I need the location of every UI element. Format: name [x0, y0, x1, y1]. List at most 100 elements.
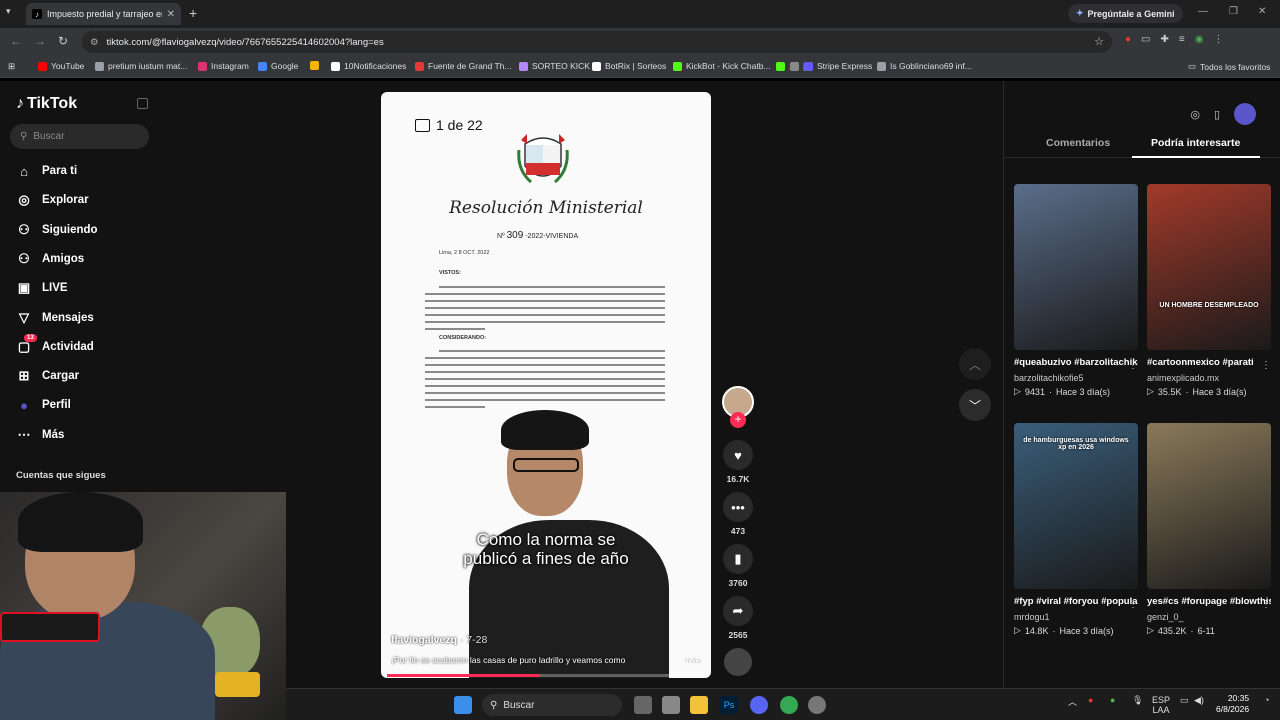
bookmark-item[interactable] — [310, 61, 323, 70]
user-avatar[interactable] — [1234, 103, 1256, 125]
coins-icon[interactable]: ◎ — [1190, 108, 1200, 121]
taskbar-search[interactable]: ⚲ Buscar — [482, 694, 622, 716]
video-thumbnail[interactable] — [1147, 423, 1271, 589]
tray-chevron-icon[interactable]: ︿ — [1068, 695, 1077, 708]
sidebar-item-amigos[interactable]: ⚇ Amigos — [16, 251, 84, 267]
extension-icon[interactable]: ● — [1125, 34, 1131, 45]
bookmark-icon[interactable]: ▮ — [723, 544, 753, 574]
windows-start-icon[interactable] — [454, 696, 472, 714]
discord-icon[interactable] — [750, 696, 768, 714]
collapse-sidebar-icon[interactable] — [137, 98, 148, 109]
reading-list-icon[interactable]: ≡ — [1179, 34, 1185, 45]
sidebar-item-explorar[interactable]: ◎ Explorar — [16, 192, 88, 208]
comment-icon[interactable]: ••• — [723, 492, 753, 522]
task-view-icon[interactable] — [634, 696, 652, 714]
bookmark-item[interactable]: SORTEO KICK — [519, 61, 590, 71]
app-icon[interactable] — [662, 696, 680, 714]
extensions-puzzle-icon[interactable]: ✚ — [1161, 34, 1169, 45]
tab-recommended[interactable]: Podría interesarte — [1151, 137, 1240, 149]
reload-icon[interactable]: ↻ — [58, 34, 68, 48]
chrome-icon[interactable] — [780, 696, 798, 714]
new-tab-icon[interactable]: + — [189, 5, 197, 21]
restore-icon[interactable]: ❐ — [1229, 6, 1238, 17]
card-author[interactable]: mrdogu1 — [1014, 612, 1138, 622]
sidebar-item-actividad[interactable]: ▢ 13 Actividad — [16, 333, 94, 355]
recommended-video-card[interactable]: de hamburguesas usa windows xp en 2026 #f… — [1014, 423, 1138, 636]
previous-video-button[interactable]: ︿ — [959, 348, 991, 380]
sidebar-item-siguiendo[interactable]: ⚇ Siguiendo — [16, 222, 97, 238]
bookmark-star-icon[interactable]: ☆ — [1094, 35, 1104, 48]
bookmark-item[interactable]: Fuente de Grand Th... — [415, 61, 511, 71]
card-author[interactable]: barzolitachikofie5 — [1014, 373, 1138, 383]
recommended-video-card[interactable]: #queabuzivo #barzolitachikofiel... barzol… — [1014, 184, 1138, 397]
device-icon[interactable]: ▯ — [1214, 108, 1220, 121]
tab-list-icon[interactable]: ▾ — [6, 6, 20, 20]
follow-plus-icon[interactable]: + — [730, 412, 746, 428]
browser-tab[interactable]: ♪ Impuesto predial y tarrajeo en ✕ — [26, 3, 181, 25]
card-menu-icon[interactable]: ⋮ — [1261, 360, 1271, 371]
card-menu-icon[interactable]: ⋮ — [1261, 599, 1271, 610]
bookmark-item[interactable]: pretium iustum mat... — [95, 61, 187, 71]
next-video-button[interactable]: ﹀ — [959, 389, 991, 421]
card-author[interactable]: genzi_0_ — [1147, 612, 1271, 622]
card-title[interactable]: #fyp #viral #foryou #popular bro por lo.… — [1014, 595, 1138, 609]
network-icon[interactable]: ▭ — [1180, 695, 1189, 706]
share-button[interactable]: ➦ 2565 — [720, 596, 756, 640]
music-disc-icon[interactable] — [724, 648, 752, 676]
bookmark-item[interactable]: Is Goblinciano69 inf... — [877, 61, 972, 71]
bookmark-item[interactable]: Google — [258, 61, 298, 71]
save-button[interactable]: ▮ 3760 — [720, 544, 756, 588]
profile-avatar-icon[interactable]: ◉ — [1195, 34, 1204, 45]
recommended-video-card[interactable]: UN HOMBRE DESEMPLEADO #cartoonmexico #par… — [1147, 184, 1271, 397]
comment-button[interactable]: ••• 473 — [720, 492, 756, 536]
notifications-icon[interactable]: ◔ — [1264, 695, 1269, 705]
video-progress-bar[interactable] — [387, 674, 705, 677]
address-bar[interactable]: ⚙ tiktok.com/@flaviogalvezq/video/766765… — [82, 31, 1112, 53]
like-button[interactable]: ♥ 16.7K — [720, 440, 756, 484]
apps-grid-icon[interactable]: ⊞ — [8, 61, 15, 72]
microphone-icon[interactable]: 🎙 — [1132, 695, 1143, 706]
card-menu-icon[interactable]: ⋮ — [1128, 360, 1138, 371]
clock[interactable]: 20:35 6/8/2026 — [1216, 693, 1249, 715]
minimize-icon[interactable]: — — [1198, 6, 1208, 17]
volume-icon[interactable]: ◀) — [1194, 695, 1204, 706]
creator-avatar[interactable]: + — [720, 386, 756, 428]
bookmark-item[interactable]: Instagram — [198, 61, 249, 71]
card-author[interactable]: animexplicado.mx — [1147, 373, 1271, 383]
bookmark-item[interactable]: 10Notificaciones — [331, 61, 406, 71]
bookmark-item[interactable]: BotRix | Sorteos — [592, 61, 666, 71]
all-bookmarks[interactable]: ▭ Todos los favoritos — [1188, 61, 1270, 72]
more-link[interactable]: más — [685, 655, 701, 665]
file-explorer-icon[interactable] — [690, 696, 708, 714]
sidebar-item-perfil[interactable]: ● Perfil — [16, 397, 71, 413]
recommended-video-card[interactable]: yes#cs #forupage #blowthisupforme... genz… — [1147, 423, 1271, 636]
video-thumbnail[interactable]: UN HOMBRE DESEMPLEADO — [1147, 184, 1271, 350]
back-icon[interactable]: ← — [10, 34, 22, 48]
language-indicator[interactable]: ESP LAA — [1152, 695, 1170, 715]
bookmark-item[interactable]: KickBot - Kick Chatb... — [673, 61, 771, 71]
search-input[interactable]: ⚲ Buscar — [10, 124, 149, 149]
gemini-button[interactable]: ✦ Pregúntale a Gemini — [1068, 4, 1183, 23]
bookmark-item[interactable]: YouTube — [38, 61, 84, 71]
sidebar-item-cargar[interactable]: ⊞ Cargar — [16, 368, 80, 384]
photoshop-icon[interactable]: Ps — [720, 696, 738, 714]
video-player[interactable]: 1 de 22 Resolución Ministerial Nº 309 -2… — [381, 92, 711, 678]
card-title[interactable]: yes#cs #forupage #blowthisupforme... — [1147, 595, 1271, 609]
author-name[interactable]: flaviogalvezq — [391, 634, 457, 646]
heart-icon[interactable]: ♥ — [723, 440, 753, 470]
forward-icon[interactable]: → — [34, 34, 46, 48]
card-title[interactable]: #cartoonmexico #parati — [1147, 356, 1271, 370]
tray-app-icon[interactable]: ● — [1110, 695, 1115, 705]
app-icon[interactable] — [808, 696, 826, 714]
sidebar-item-para-ti[interactable]: ⌂ Para ti — [16, 163, 77, 179]
card-menu-icon[interactable]: ⋮ — [1128, 599, 1138, 610]
card-title[interactable]: #queabuzivo #barzolitachikofiel... — [1014, 356, 1138, 370]
share-icon[interactable]: ➦ — [723, 596, 753, 626]
bookmark-item[interactable]: Stripe Express — [804, 61, 872, 71]
tray-app-icon[interactable]: ● — [1088, 695, 1093, 705]
video-author[interactable]: flaviogalvezq · 7-28 — [391, 634, 487, 646]
extension-icon[interactable]: ▭ — [1141, 34, 1150, 45]
bookmark-item[interactable]: | — [790, 61, 805, 71]
close-window-icon[interactable]: ✕ — [1258, 6, 1266, 17]
sound-avatar[interactable] — [720, 648, 756, 676]
